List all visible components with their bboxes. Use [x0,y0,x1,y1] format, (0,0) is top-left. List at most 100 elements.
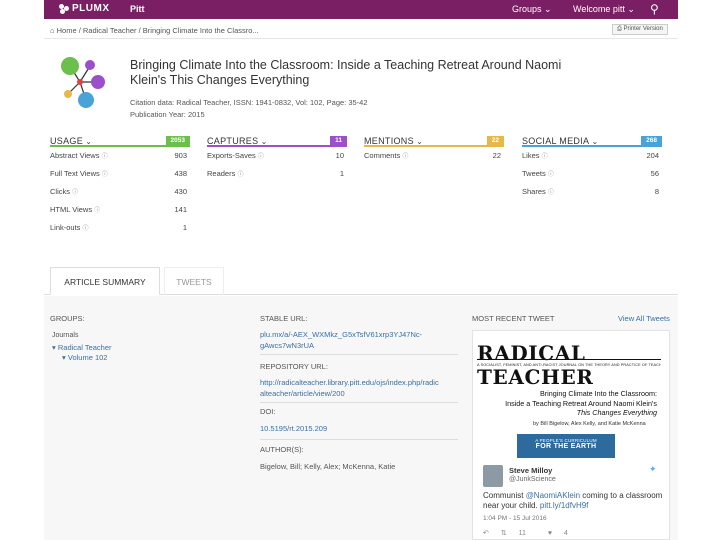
divider [44,38,678,39]
tweet-author-name[interactable]: Steve Milloy [509,466,552,475]
metric-row: Comments ⓘ 22 [364,147,504,165]
tweet-image-title-line3: This Changes Everything [576,408,657,417]
retweet-button[interactable]: ⇅ 11 [501,530,536,537]
group-volume-label: Volume 102 [67,353,108,362]
metric-value: 1 [182,223,187,232]
search-icon[interactable]: ⚲ [650,2,659,16]
usage-header[interactable]: USAGE ⌄ 2053 [50,136,190,147]
plum-print-icon [61,57,105,108]
captures-header[interactable]: CAPTURES ⌄ 11 [207,136,347,147]
metric-row: Shares ⓘ 8 [522,183,662,201]
metric-label: Shares [522,187,546,196]
info-icon[interactable]: ⓘ [542,154,548,160]
mentions-column: MENTIONS ⌄ 22 Comments ⓘ 22 [364,136,504,165]
group-link-volume[interactable]: ▾ Volume 102 [62,353,107,362]
metric-label: Comments [364,151,401,160]
metric-value: 1 [339,169,344,178]
metric-label: Abstract Views [50,151,100,160]
tab-article-summary[interactable]: ARTICLE SUMMARY [50,267,160,295]
home-icon: ⌂ [50,26,55,35]
badge-bottom-text: FOR THE EARTH [535,443,597,450]
metric-label: HTML Views [50,205,93,214]
plumx-logo[interactable]: PLUMX [59,3,110,14]
groups-heading: GROUPS: [50,314,85,323]
metric-row: Readers ⓘ 1 [207,165,347,183]
social-media-header[interactable]: SOCIAL MEDIA ⌄ 268 [522,136,662,147]
stable-url-link-line1[interactable]: plu.mx/a/-AEX_WXMkz_G5xTsfV61xrp3YJ47Nc- [260,329,458,340]
metric-value: 22 [492,151,501,160]
tweet-mention[interactable]: @NaomiAKlein [526,491,580,500]
metric-value: 438 [174,169,187,178]
chevron-down-icon: ⌄ [589,137,599,146]
most-recent-tweet-heading: MOST RECENT TWEET [472,314,555,323]
chevron-down-icon: ⌄ [258,137,268,146]
metric-label: Readers [207,169,236,178]
social-media-count-badge: 268 [641,136,662,145]
tweet-card[interactable]: RADICAL TEACHER A SOCIALIST, FEMINIST, A… [472,330,670,540]
metric-value: 903 [174,151,187,160]
tweet-image-title-line1: Bringing Climate Into the Classroom: [539,389,657,398]
tweet-link[interactable]: pitt.ly/1dfvH9f [540,501,588,510]
publication-year: Publication Year: 2015 [130,110,205,119]
tenant-link[interactable]: Pitt [130,4,145,14]
retweet-icon: ⇅ [500,530,507,537]
social-media-label: SOCIAL MEDIA [522,136,590,146]
metric-value: 430 [174,187,187,196]
tab-tweets[interactable]: TWEETS [164,267,224,295]
group-link-radical-teacher[interactable]: ▾ Radical Teacher [52,343,112,352]
tweet-image-authors: by Bill Bigelow, Alex Kelly, and Katie M… [533,421,646,427]
info-icon[interactable]: ⓘ [237,172,243,178]
divider [260,402,458,403]
view-all-tweets-link[interactable]: View All Tweets [618,314,670,323]
avatar[interactable] [483,465,503,487]
reply-icon[interactable]: ↶ [483,530,489,537]
tweet-timestamp[interactable]: 1:04 PM - 15 Jul 2016 [483,515,547,522]
stable-url-label: STABLE URL: [260,314,308,323]
twitter-bird-icon[interactable]: ✦ [649,464,657,475]
repository-url-link-line2[interactable]: alteacher/article/view/200 [260,388,458,399]
retweet-count: 11 [518,530,526,537]
info-icon[interactable]: ⓘ [402,154,408,160]
metric-value: 204 [646,151,659,160]
breadcrumb-text: Home / Radical Teacher / Bringing Climat… [56,26,259,35]
tweet-text-prefix: Communist [483,491,526,500]
chevron-down-icon: ⌄ [544,4,552,14]
metric-label: Tweets [522,169,546,178]
captures-label: CAPTURES [207,136,259,146]
printer-icon: ⎙ [617,26,622,32]
logo-text: PLUMX [72,3,110,14]
group-journal-label: Radical Teacher [57,343,112,352]
metric-row: Full Text Views ⓘ 438 [50,165,190,183]
like-button[interactable]: ♥ 4 [548,530,578,537]
doi-link[interactable]: 10.5195/rt.2015.209 [260,423,458,434]
info-icon[interactable]: ⓘ [83,226,89,232]
info-icon[interactable]: ⓘ [72,190,78,196]
info-icon[interactable]: ⓘ [102,172,108,178]
breadcrumb[interactable]: ⌂ Home / Radical Teacher / Bringing Clim… [50,26,259,35]
mentions-header[interactable]: MENTIONS ⌄ 22 [364,136,504,147]
heart-icon: ♥ [547,530,553,537]
info-icon[interactable]: ⓘ [94,208,100,214]
info-icon[interactable]: ⓘ [102,154,108,160]
metric-label: Link-outs [50,223,81,232]
tweet-text: Communist @NaomiAKlein coming to a class… [483,491,663,511]
metric-row: Exports-Saves ⓘ 10 [207,147,347,165]
doi-label: DOI: [260,407,276,416]
stable-url-link-line2[interactable]: gAwcs7wN3rUA [260,340,458,351]
printer-label: Printer Version [623,26,663,32]
authors-list: Bigelow, Bill; Kelly, Alex; McKenna, Kat… [260,462,396,471]
info-icon[interactable]: ⓘ [548,172,554,178]
groups-menu[interactable]: Groups ⌄ [512,4,552,15]
radical-teacher-tagline: A SOCIALIST, FEMINIST, AND ANTI-RACIST J… [477,363,661,367]
tweet-author-handle[interactable]: @JunkScience [509,476,556,483]
repository-url-link-line1[interactable]: http://radicalteacher.library.pitt.edu/o… [260,377,458,388]
user-menu[interactable]: Welcome pitt ⌄ [573,4,635,15]
printer-version-button[interactable]: ⎙ Printer Version [612,24,668,35]
info-icon[interactable]: ⓘ [258,154,264,160]
metric-label: Clicks [50,187,70,196]
tweet-image-title-line2: Inside a Teaching Retreat Around Naomi K… [505,398,657,408]
metric-row: Clicks ⓘ 430 [50,183,190,201]
article-title: Bringing Climate Into the Classroom: Ins… [130,58,562,87]
groups-journals-label: Journals [52,332,79,339]
info-icon[interactable]: ⓘ [548,190,554,196]
